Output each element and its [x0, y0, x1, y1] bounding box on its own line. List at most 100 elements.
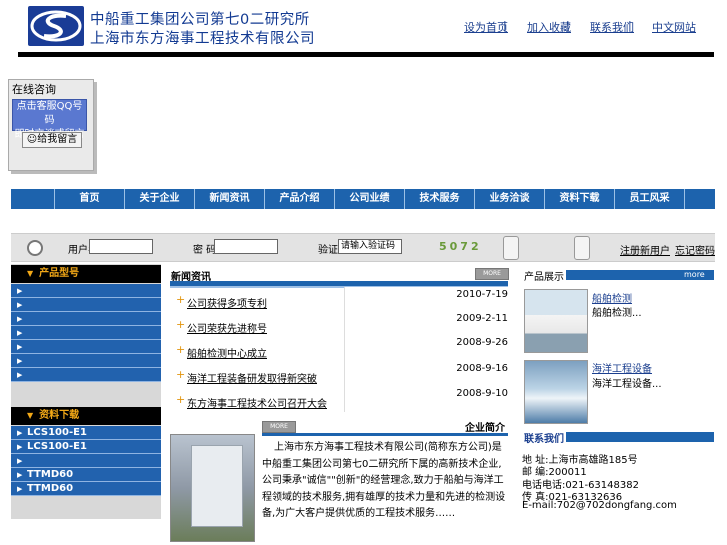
contact-section-title: 联系我们: [524, 434, 564, 445]
arrow-right-icon: ▶: [17, 371, 23, 379]
nav-news[interactable]: 新闻资讯: [195, 189, 265, 209]
download-label: TTMD60: [27, 469, 74, 480]
news-item-link[interactable]: 公司获得多项专利: [187, 295, 267, 310]
product-photo-marine[interactable]: [524, 360, 588, 424]
arrow-right-icon: ▶: [17, 329, 23, 337]
top-link-chinese[interactable]: 中文网站: [652, 19, 696, 35]
product-desc: 海洋工程设备...: [592, 379, 662, 390]
download-title: 资料下载: [39, 410, 80, 421]
news-item-date: 2008-9-10: [456, 388, 508, 399]
intro-more-button[interactable]: MORE: [262, 421, 296, 433]
arrow-right-icon: ▶: [17, 357, 23, 365]
intro-section-title: 企业简介: [465, 423, 505, 434]
intro-header-bar: [262, 433, 508, 436]
main-nav: 首页 关于企业 新闻资讯 产品介绍 公司业绩 技术服务 业务洽谈 资料下载 员工…: [11, 189, 715, 209]
product-model-item[interactable]: ▶: [11, 326, 161, 340]
download-item[interactable]: ▶: [11, 454, 161, 468]
nav-business[interactable]: 业务洽谈: [475, 189, 545, 209]
news-item-date: 2009-2-11: [456, 313, 508, 324]
download-item[interactable]: ▶ LCS100-E1: [11, 426, 161, 440]
product-name-link[interactable]: 海洋工程设备: [592, 360, 652, 375]
arrow-right-icon: ▶: [17, 343, 23, 351]
news-bullet-icon: +: [176, 368, 186, 381]
arrow-right-icon: ▶: [17, 301, 23, 309]
products-more-link[interactable]: more: [684, 270, 705, 279]
news-item-link[interactable]: 公司荣获先进称号: [187, 320, 267, 335]
nav-about[interactable]: 关于企业: [125, 189, 195, 209]
triangle-down-icon: ▼: [27, 411, 34, 420]
download-item[interactable]: ▶ TTMD60: [11, 482, 161, 496]
register-link[interactable]: 注册新用户: [620, 242, 670, 257]
top-link-separator: |: [628, 19, 632, 32]
forgot-password-link[interactable]: 忘记密码: [675, 242, 715, 257]
nav-tech-service[interactable]: 技术服务: [405, 189, 475, 209]
download-header: ▼ 资料下载: [11, 407, 161, 425]
company-logo: [28, 6, 84, 46]
news-item-date: 2010-7-19: [456, 289, 508, 300]
qq-penguin-icon: ☺: [26, 134, 38, 145]
consult-qq-panel[interactable]: 点击客服QQ号码 即时交谈或留言: [12, 99, 87, 140]
login-button[interactable]: [503, 236, 519, 260]
arrow-right-icon: ▶: [17, 287, 23, 295]
news-bullet-icon: +: [176, 343, 186, 356]
consult-panel-line1: 点击客服QQ号码: [16, 101, 83, 126]
news-item-link[interactable]: 船舶检测中心成立: [187, 345, 267, 360]
news-item-date: 2008-9-26: [456, 337, 508, 348]
captcha-input[interactable]: 请输入验证码: [338, 239, 402, 254]
leave-message-label: 给我留言: [37, 134, 78, 145]
product-model-item[interactable]: ▶: [11, 298, 161, 312]
products-section-title: 产品展示: [524, 272, 564, 283]
news-item-link[interactable]: 海洋工程装备研发取得新突破: [187, 370, 317, 385]
nav-home[interactable]: 首页: [55, 189, 125, 209]
nav-staff[interactable]: 员工风采: [615, 189, 685, 209]
product-model-title: 产品型号: [39, 268, 80, 279]
news-more-button[interactable]: MORE: [475, 268, 509, 280]
leave-message-button[interactable]: ☺给我留言: [22, 132, 82, 148]
nav-downloads[interactable]: 资料下载: [545, 189, 615, 209]
product-model-item[interactable]: ▶: [11, 284, 161, 298]
nav-spacer: [11, 189, 55, 209]
top-link-separator: |: [503, 19, 507, 32]
download-item[interactable]: ▶ LCS100-E1: [11, 440, 161, 454]
product-desc: 船舶检测...: [592, 308, 642, 319]
intro-text: 上海市东方海事工程技术有限公司(简称东方公司)是中船重工集团公司第七0二研究所下…: [262, 442, 506, 519]
top-link-home[interactable]: 设为首页: [464, 19, 508, 35]
download-item[interactable]: ▶ TTMD60: [11, 468, 161, 482]
arrow-right-icon: ▶: [17, 315, 23, 323]
product-model-item[interactable]: ▶: [11, 340, 161, 354]
org-name-line1: 中船重工集团公司第七0二研究所: [90, 12, 310, 28]
product-photo-boat[interactable]: [524, 289, 588, 353]
contact-header-bar: [566, 432, 714, 442]
consult-title: 在线咨询: [12, 83, 56, 96]
arrow-right-icon: ▶: [17, 471, 23, 479]
download-label: LCS100-E1: [27, 427, 87, 438]
product-model-item[interactable]: ▶: [11, 354, 161, 368]
captcha-digits: 5072: [439, 240, 482, 253]
arrow-right-icon: ▶: [17, 457, 23, 465]
arrow-right-icon: ▶: [17, 485, 23, 493]
top-link-favorite[interactable]: 加入收藏: [527, 19, 571, 35]
contact-email[interactable]: E-mail:702@702dongfang.com: [522, 500, 677, 511]
reset-button[interactable]: [574, 236, 590, 260]
username-input[interactable]: [89, 239, 153, 254]
arrow-right-icon: ▶: [17, 429, 23, 437]
product-model-header: ▼ 产品型号: [11, 265, 161, 283]
arrow-right-icon: ▶: [17, 443, 23, 451]
header-divider: [18, 52, 714, 57]
news-bullet-icon: +: [176, 393, 186, 406]
captcha-image: 5072: [439, 240, 482, 253]
product-model-item[interactable]: ▶: [11, 368, 161, 382]
product-model-item[interactable]: ▶: [11, 312, 161, 326]
download-label: LCS100-E1: [27, 441, 87, 452]
download-label: TTMD60: [27, 483, 74, 494]
clock-icon: [27, 240, 43, 256]
password-input[interactable]: [214, 239, 278, 254]
news-bullet-icon: +: [176, 293, 186, 306]
news-item-link[interactable]: 东方海事工程技术公司召开大会: [187, 395, 327, 410]
triangle-down-icon: ▼: [27, 269, 34, 278]
news-item-date: 2008-9-16: [456, 363, 508, 374]
product-name-link[interactable]: 船舶检测: [592, 290, 632, 305]
nav-performance[interactable]: 公司业绩: [335, 189, 405, 209]
org-name-line2: 上海市东方海事工程技术有限公司: [90, 31, 315, 47]
nav-products[interactable]: 产品介绍: [265, 189, 335, 209]
